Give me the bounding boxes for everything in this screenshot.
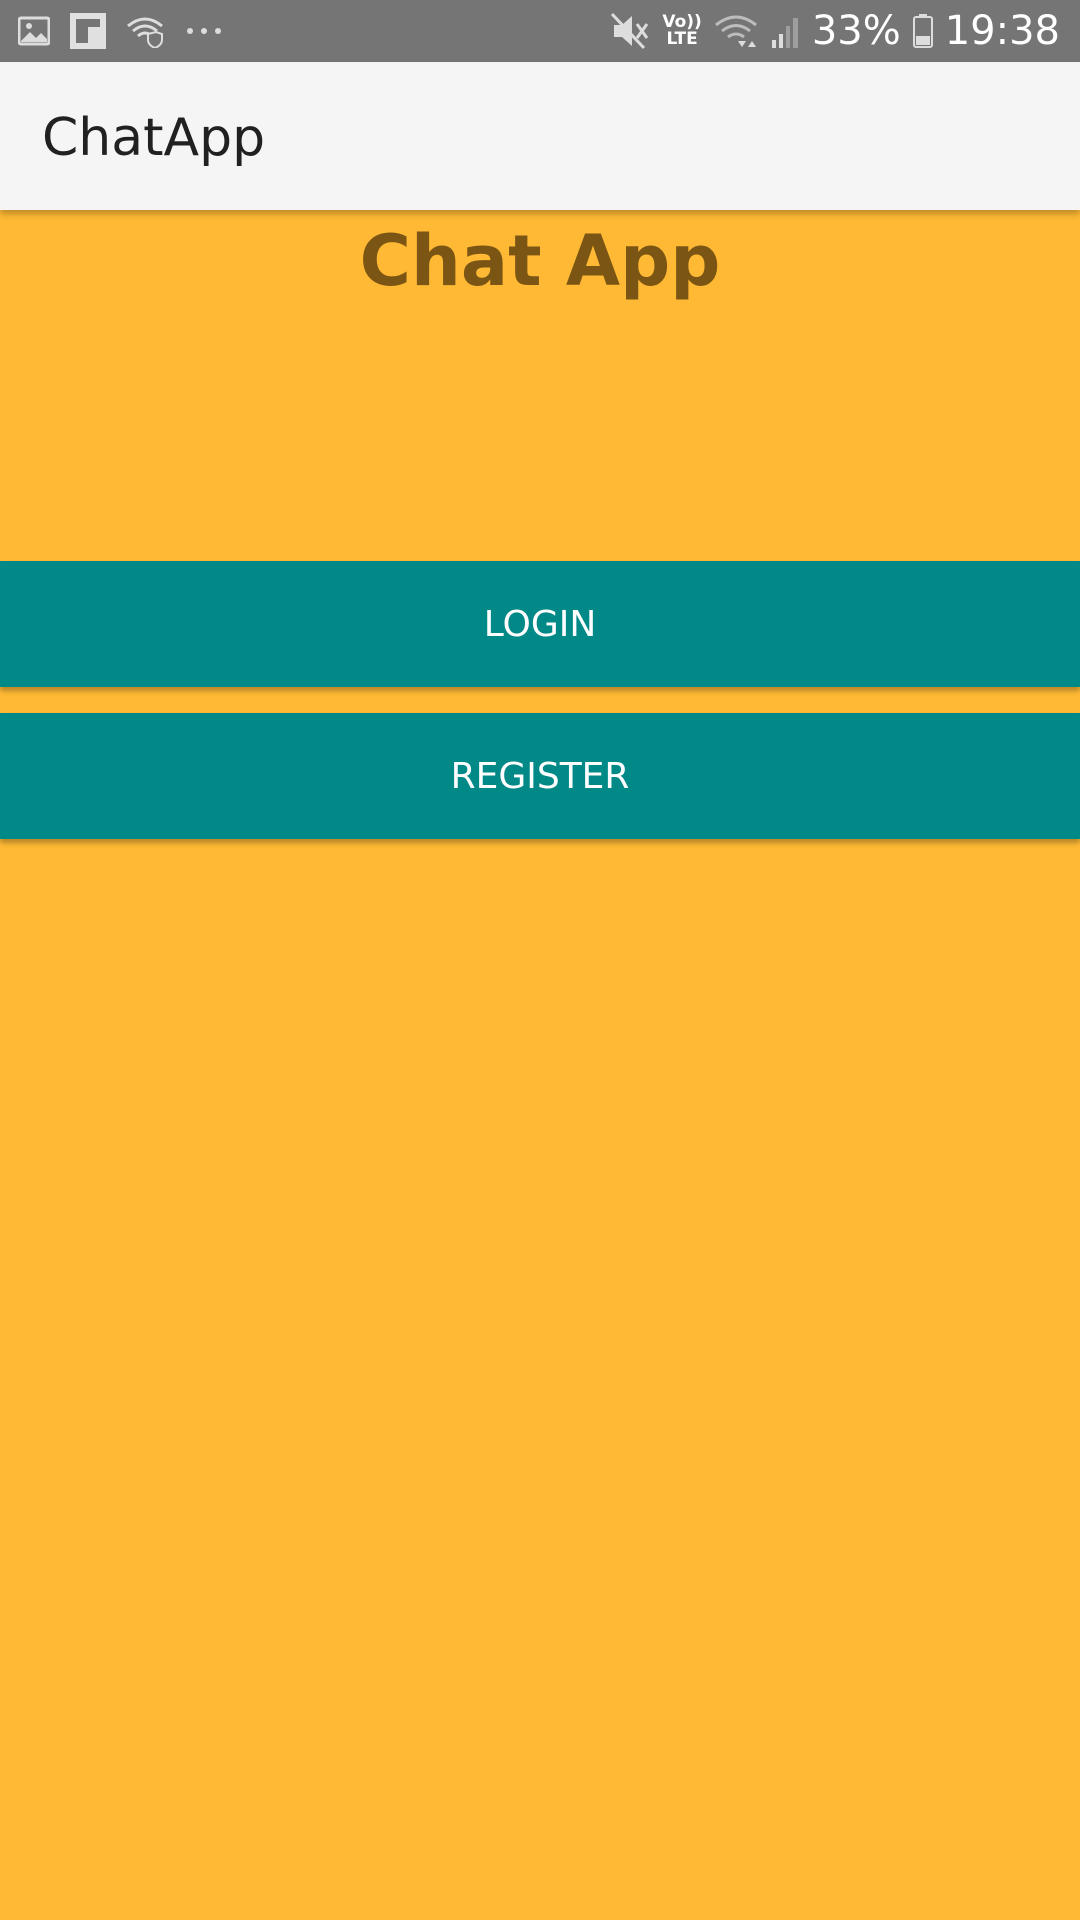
wifi-icon — [714, 13, 758, 49]
status-left-icons — [18, 12, 224, 50]
wifi-shield-icon — [126, 14, 164, 48]
flipboard-icon — [70, 13, 106, 49]
login-button[interactable]: LOGIN — [0, 561, 1080, 687]
battery-percent: 33% — [811, 8, 901, 54]
app-bar-title: ChatApp — [42, 108, 266, 168]
status-bar: Vo)) LTE 33% 19:38 — [0, 0, 1080, 62]
status-right-icons: Vo)) LTE 33% 19:38 — [610, 8, 1060, 54]
signal-icon — [770, 14, 800, 48]
main-content: Chat App LOGIN REGISTER — [0, 210, 1080, 1920]
clock-time: 19:38 — [944, 8, 1060, 54]
app-bar: ChatApp — [0, 62, 1080, 210]
volte-indicator: Vo)) LTE — [662, 14, 701, 48]
mute-icon — [610, 12, 650, 50]
battery-icon — [912, 14, 933, 48]
app-heading: Chat App — [359, 220, 721, 302]
image-icon — [18, 15, 50, 47]
more-dots-icon — [184, 25, 224, 37]
register-button[interactable]: REGISTER — [0, 713, 1080, 839]
volte-bottom-label: LTE — [666, 29, 698, 49]
